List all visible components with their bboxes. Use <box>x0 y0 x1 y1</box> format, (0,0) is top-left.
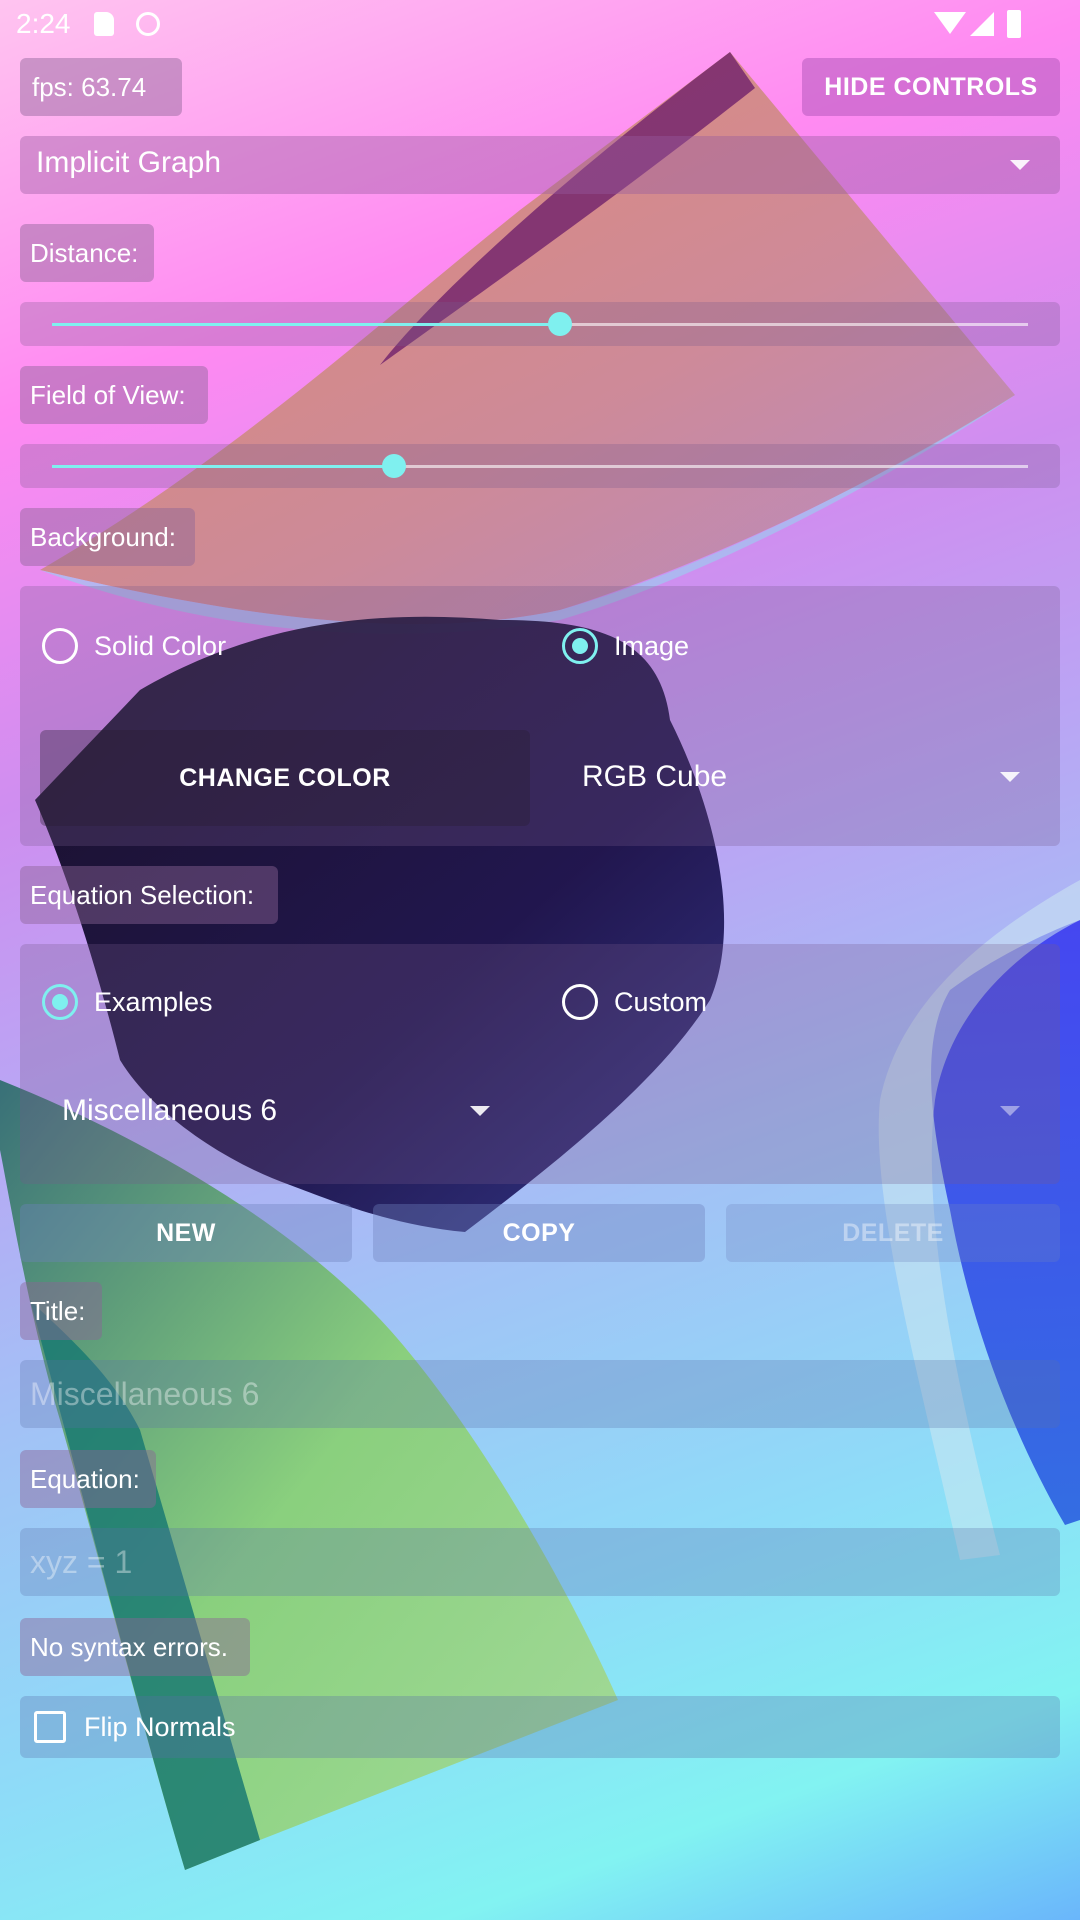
distance-label-text: Distance: <box>30 237 139 268</box>
solid-color-radio[interactable] <box>42 628 78 664</box>
equation-selection-label: Equation Selection: <box>20 866 278 924</box>
mode-dropdown[interactable]: Implicit Graph <box>20 136 1060 194</box>
delete-button[interactable]: DELETE <box>726 1204 1060 1262</box>
wifi-icon <box>934 12 966 34</box>
equation-input[interactable]: xyz = 1 <box>20 1528 1060 1596</box>
title-input-text: Miscellaneous 6 <box>30 1376 260 1412</box>
custom-radio[interactable] <box>562 984 598 1020</box>
chevron-down-icon <box>470 1106 490 1116</box>
distance-slider[interactable] <box>20 302 1060 346</box>
change-color-button[interactable]: CHANGE COLOR <box>40 730 530 826</box>
fov-label-text: Field of View: <box>30 379 186 410</box>
equation-selection-panel: Examples Custom Miscellaneous 6 <box>20 944 1060 1184</box>
new-button[interactable]: NEW <box>20 1204 352 1262</box>
android-icon <box>136 12 160 36</box>
flip-normals-checkbox[interactable] <box>34 1711 66 1743</box>
examples-radio[interactable] <box>42 984 78 1020</box>
image-label[interactable]: Image <box>614 631 689 662</box>
sd-card-icon <box>94 12 114 36</box>
hide-controls-button[interactable]: HIDE CONTROLS <box>802 58 1060 116</box>
fps-counter: fps: 63.74 <box>20 58 182 116</box>
distance-slider-fill <box>52 323 560 326</box>
battery-icon <box>1007 10 1021 38</box>
flip-normals-label[interactable]: Flip Normals <box>84 1712 236 1743</box>
delete-label: DELETE <box>842 1218 944 1247</box>
change-color-label: CHANGE COLOR <box>179 763 391 792</box>
equation-input-text: xyz = 1 <box>30 1544 133 1580</box>
status-bar: 2:24 <box>0 0 1080 48</box>
title-label-text: Title: <box>30 1295 86 1326</box>
background-image-dropdown[interactable]: RGB Cube <box>560 730 1040 826</box>
flip-normals-row[interactable]: Flip Normals <box>20 1696 1060 1758</box>
mode-selected-text: Implicit Graph <box>36 146 222 179</box>
example-dropdown[interactable]: Miscellaneous 6 <box>40 1064 520 1160</box>
example-selected-text: Miscellaneous 6 <box>62 1094 278 1127</box>
examples-label[interactable]: Examples <box>94 987 213 1018</box>
chevron-down-icon <box>1010 160 1030 170</box>
equation-label: Equation: <box>20 1450 156 1508</box>
custom-equation-dropdown[interactable] <box>560 1064 1040 1160</box>
fps-text: fps: 63.74 <box>32 71 147 102</box>
syntax-status: No syntax errors. <box>20 1618 250 1676</box>
syntax-status-text: No syntax errors. <box>30 1631 228 1662</box>
image-radio[interactable] <box>562 628 598 664</box>
fov-slider-fill <box>52 465 394 468</box>
copy-button[interactable]: COPY <box>373 1204 705 1262</box>
custom-label[interactable]: Custom <box>614 987 707 1018</box>
new-label: NEW <box>156 1218 216 1247</box>
chevron-down-icon <box>1000 772 1020 782</box>
fov-slider[interactable] <box>20 444 1060 488</box>
background-image-selected: RGB Cube <box>582 760 728 793</box>
fov-label: Field of View: <box>20 366 208 424</box>
fov-slider-thumb[interactable] <box>381 454 406 478</box>
solid-color-label[interactable]: Solid Color <box>94 631 226 662</box>
title-label: Title: <box>20 1282 102 1340</box>
copy-label: COPY <box>502 1218 576 1247</box>
distance-slider-thumb[interactable] <box>547 312 572 336</box>
background-label-text: Background: <box>30 521 176 552</box>
distance-label: Distance: <box>20 224 154 282</box>
cellular-signal-icon <box>970 12 994 36</box>
title-input[interactable]: Miscellaneous 6 <box>20 1360 1060 1428</box>
background-panel: Solid Color Image CHANGE COLOR RGB Cube <box>20 586 1060 846</box>
clock: 2:24 <box>16 8 71 39</box>
chevron-down-icon <box>1000 1106 1020 1116</box>
equation-label-text: Equation: <box>30 1463 140 1494</box>
hide-controls-label: HIDE CONTROLS <box>824 72 1038 101</box>
background-label: Background: <box>20 508 195 566</box>
equation-selection-label-text: Equation Selection: <box>30 879 255 910</box>
